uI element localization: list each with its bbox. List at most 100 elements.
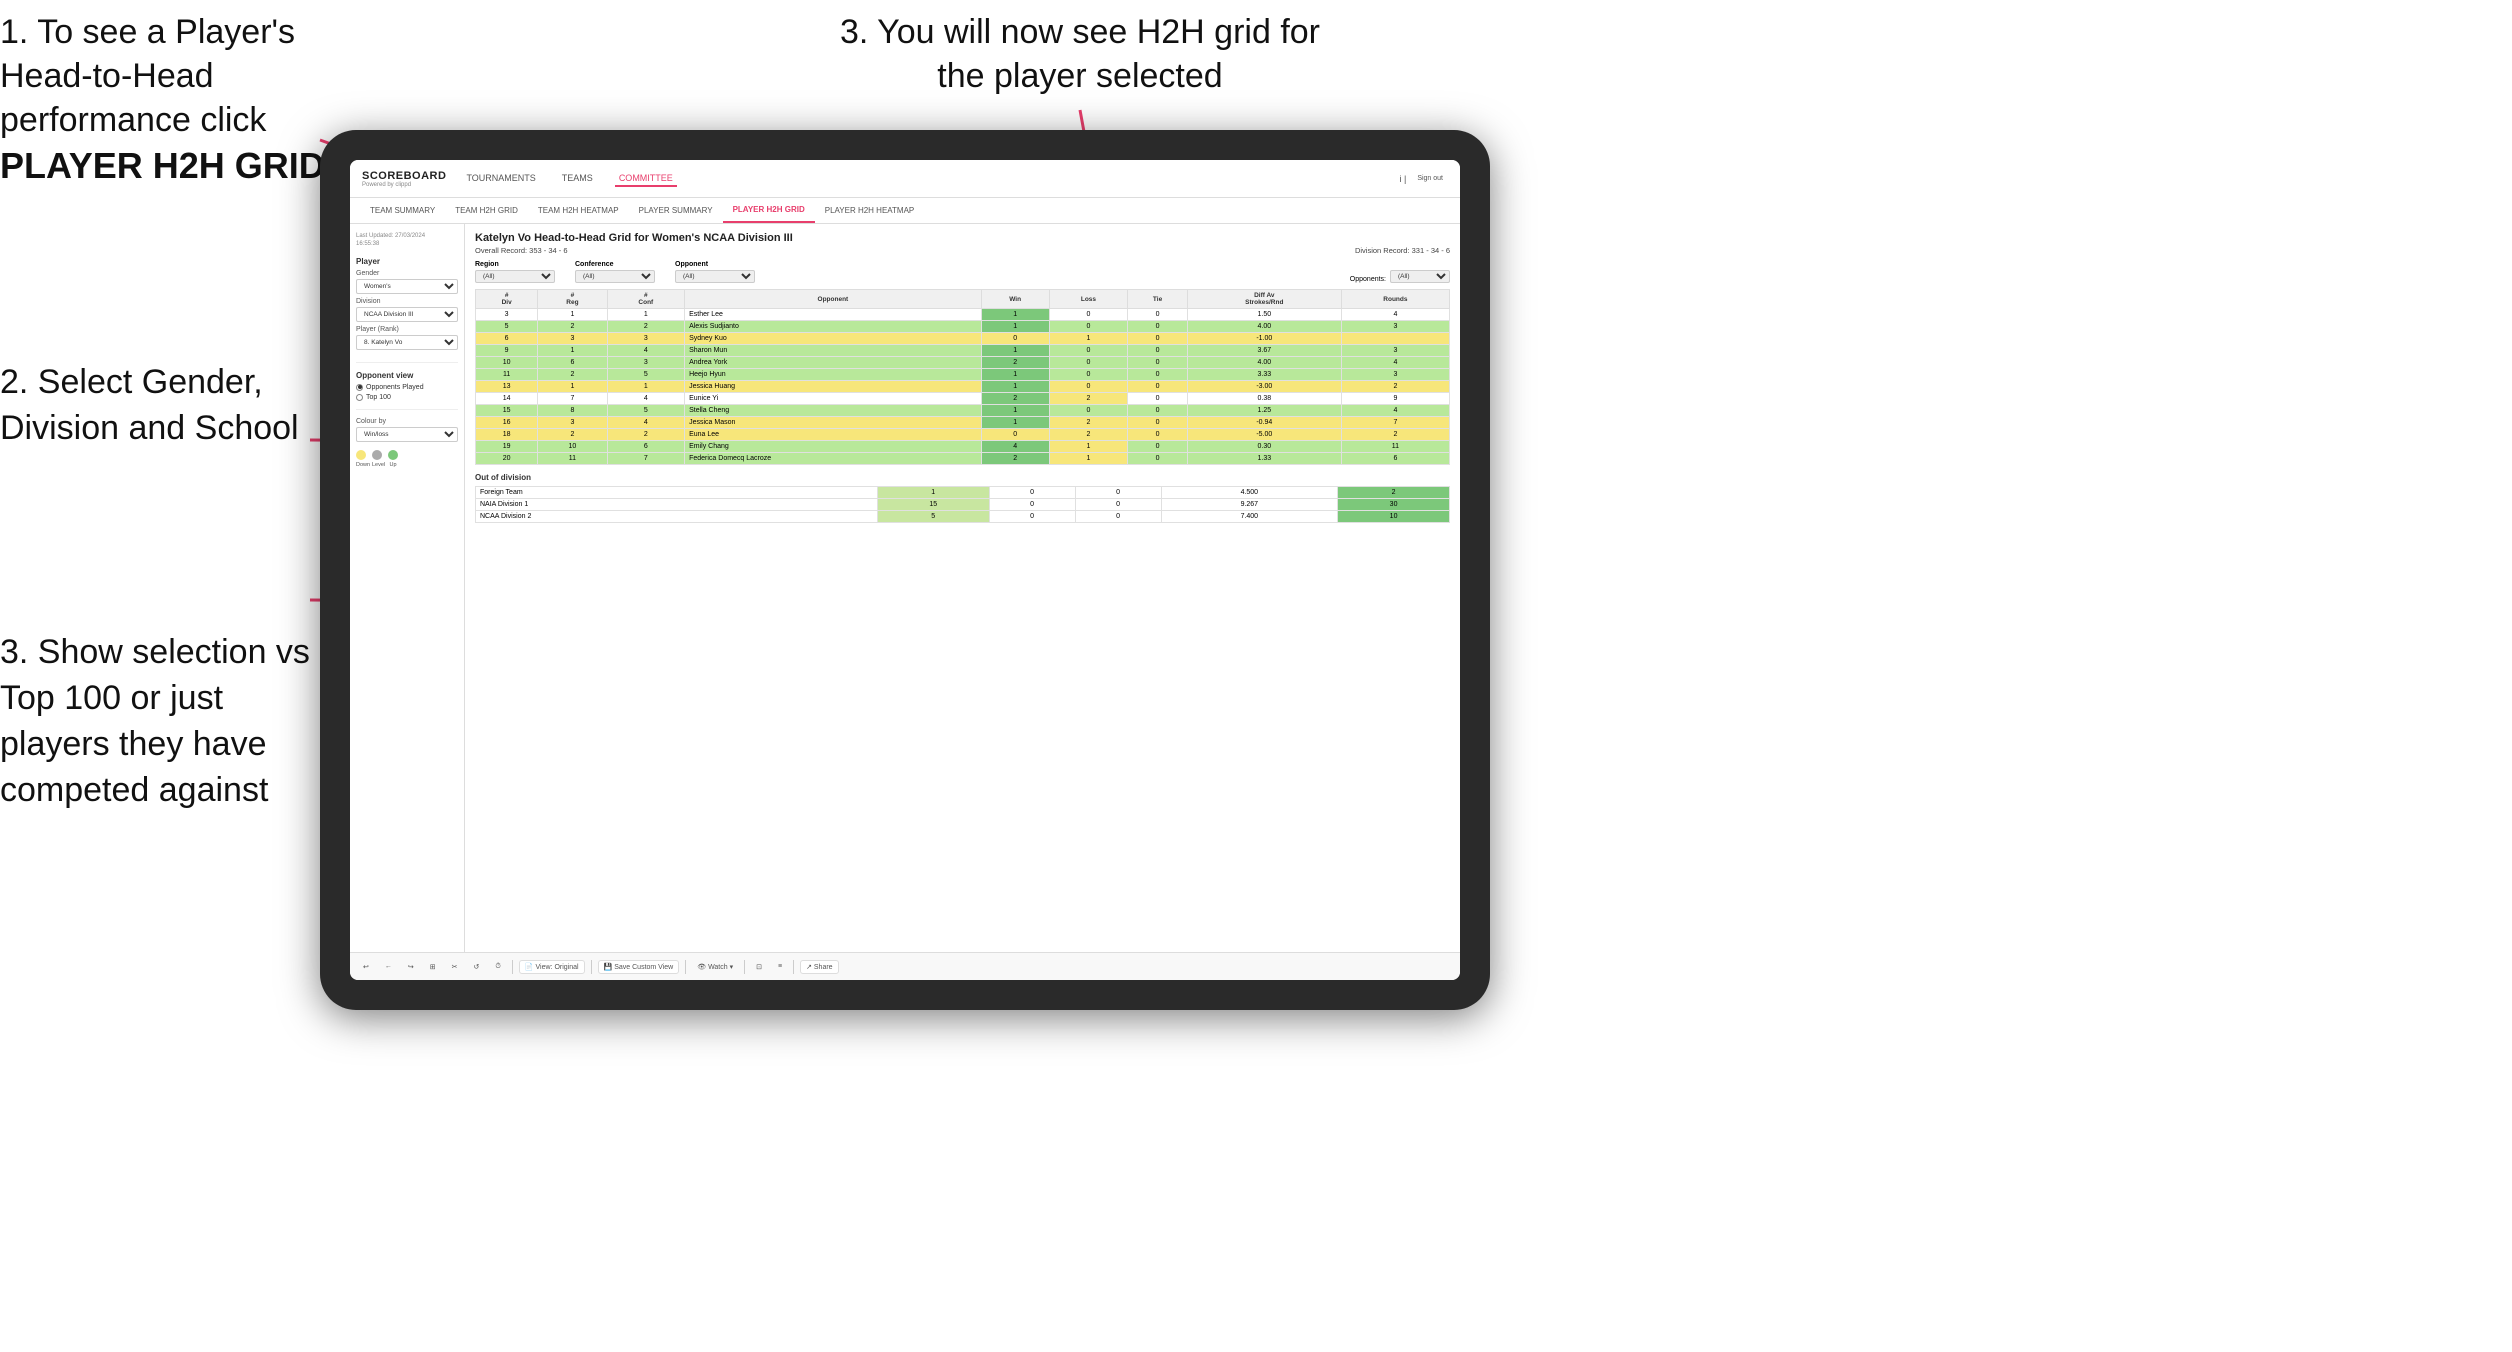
th-reg: #Reg — [538, 290, 607, 309]
records-row: Overall Record: 353 - 34 - 6 Division Re… — [475, 246, 1450, 255]
toolbar-redo[interactable]: ↪ — [403, 961, 419, 973]
sidebar-division-select[interactable]: NCAA Division III NCAA Division I NCAA D… — [356, 307, 458, 322]
cell-reg: 1 — [538, 309, 607, 321]
header-separator: i | — [1399, 174, 1406, 184]
cell-diff: -0.94 — [1187, 417, 1341, 429]
cell-diff: 4.00 — [1187, 357, 1341, 369]
cell-win: 2 — [981, 453, 1049, 465]
toolbar-share[interactable]: ↗ Share — [800, 960, 839, 974]
cell-win: 1 — [981, 345, 1049, 357]
cell-rounds — [1341, 333, 1449, 345]
toolbar-watch[interactable]: 👁 Watch ▾ — [692, 961, 738, 973]
cell-reg: 2 — [538, 321, 607, 333]
filter-conference-group: Conference (All) — [575, 261, 655, 283]
cell-diff: -1.00 — [1187, 333, 1341, 345]
instruction-bottom-left: 3. Show selection vs Top 100 or just pla… — [0, 630, 330, 814]
out-cell-name: NCAA Division 2 — [476, 511, 878, 523]
table-row: 14 7 4 Eunice Yi 2 2 0 0.38 9 — [476, 393, 1450, 405]
toolbar-scissors[interactable]: ✂ — [447, 961, 463, 973]
filter-opponent-select[interactable]: (All) — [675, 270, 755, 283]
opponents-select[interactable]: (All) — [1390, 270, 1450, 283]
cell-win: 2 — [981, 357, 1049, 369]
cell-opponent: Andrea York — [685, 357, 982, 369]
toolbar-divider-5 — [793, 960, 794, 974]
cell-tie: 0 — [1128, 381, 1188, 393]
subnav-player-h2h-grid[interactable]: PLAYER H2H GRID — [723, 198, 815, 223]
filter-region-group: Region (All) — [475, 261, 555, 283]
cell-loss: 0 — [1049, 405, 1128, 417]
sidebar-player-rank-select[interactable]: 8. Katelyn Vo — [356, 335, 458, 350]
cell-tie: 0 — [1128, 369, 1188, 381]
cell-loss: 0 — [1049, 309, 1128, 321]
colour-by-section: Colour by Win/loss Down Level Up — [356, 418, 458, 468]
radio-group: Opponents Played Top 100 — [356, 384, 458, 401]
table-row: 18 2 2 Euna Lee 0 2 0 -5.00 2 — [476, 429, 1450, 441]
toolbar-back[interactable]: ← — [380, 961, 397, 972]
toolbar-view-original[interactable]: 📄 View: Original — [519, 960, 585, 974]
cell-div: 5 — [476, 321, 538, 333]
cell-tie: 0 — [1128, 309, 1188, 321]
colour-swatches — [356, 450, 458, 460]
out-cell-loss: 0 — [989, 511, 1075, 523]
cell-conf: 1 — [607, 309, 685, 321]
th-win: Win — [981, 290, 1049, 309]
subnav-team-h2h-heatmap[interactable]: TEAM H2H HEATMAP — [528, 198, 629, 223]
filter-region-title: Region — [475, 261, 555, 268]
filter-conference-select[interactable]: (All) — [575, 270, 655, 283]
sidebar-gender-label: Gender — [356, 270, 458, 277]
cell-loss: 2 — [1049, 429, 1128, 441]
out-cell-tie: 0 — [1075, 487, 1161, 499]
filter-region-select[interactable]: (All) — [475, 270, 555, 283]
cell-opponent: Jessica Mason — [685, 417, 982, 429]
radio-opponents-played[interactable]: Opponents Played — [356, 384, 458, 391]
toolbar-timer[interactable]: ⏱ — [490, 961, 505, 973]
colour-by-select[interactable]: Win/loss — [356, 427, 458, 442]
sign-out-button[interactable]: Sign out — [1412, 173, 1448, 184]
cell-diff: 3.33 — [1187, 369, 1341, 381]
nav-tournaments[interactable]: TOURNAMENTS — [462, 171, 539, 187]
nav-teams[interactable]: TEAMS — [558, 171, 597, 187]
out-div-row: NAIA Division 1 15 0 0 9.267 30 — [476, 499, 1450, 511]
cell-win: 1 — [981, 405, 1049, 417]
out-cell-diff: 4.500 — [1161, 487, 1338, 499]
cell-opponent: Sydney Kuo — [685, 333, 982, 345]
sidebar-gender-select[interactable]: Women's Men's — [356, 279, 458, 294]
out-cell-diff: 7.400 — [1161, 511, 1338, 523]
swatch-up-label: Up — [388, 462, 398, 468]
cell-reg: 10 — [538, 441, 607, 453]
toolbar-rotate[interactable]: ↺ — [469, 961, 485, 973]
filter-opponent-title: Opponent — [675, 261, 755, 268]
th-div: #Div — [476, 290, 538, 309]
subnav-team-summary[interactable]: TEAM SUMMARY — [360, 198, 445, 223]
table-row: 16 3 4 Jessica Mason 1 2 0 -0.94 7 — [476, 417, 1450, 429]
subnav-team-h2h-grid[interactable]: TEAM H2H GRID — [445, 198, 528, 223]
cell-conf: 2 — [607, 321, 685, 333]
th-conf: #Conf — [607, 290, 685, 309]
th-tie: Tie — [1128, 290, 1188, 309]
subnav-player-h2h-heatmap[interactable]: PLAYER H2H HEATMAP — [815, 198, 925, 223]
out-cell-name: NAIA Division 1 — [476, 499, 878, 511]
subnav-player-summary[interactable]: PLAYER SUMMARY — [629, 198, 723, 223]
toolbar-menu[interactable]: ≡ — [773, 961, 787, 972]
sub-nav: TEAM SUMMARY TEAM H2H GRID TEAM H2H HEAT… — [350, 198, 1460, 224]
cell-conf: 4 — [607, 393, 685, 405]
toolbar-grid[interactable]: ⊞ — [425, 961, 441, 973]
nav-committee[interactable]: COMMITTEE — [615, 171, 677, 187]
cell-reg: 2 — [538, 369, 607, 381]
out-div-row: NCAA Division 2 5 0 0 7.400 10 — [476, 511, 1450, 523]
toolbar-undo[interactable]: ↩ — [358, 961, 374, 973]
app-header: SCOREBOARD Powered by clippd TOURNAMENTS… — [350, 160, 1460, 198]
cell-rounds: 4 — [1341, 357, 1449, 369]
cell-rounds: 3 — [1341, 369, 1449, 381]
toolbar-save-custom[interactable]: 💾 Save Custom View — [598, 960, 680, 974]
cell-win: 1 — [981, 369, 1049, 381]
sidebar-player-rank-label: Player (Rank) — [356, 326, 458, 333]
cell-div: 19 — [476, 441, 538, 453]
radio-top100[interactable]: Top 100 — [356, 394, 458, 401]
toolbar-layout[interactable]: ⊡ — [751, 961, 767, 973]
out-cell-win: 1 — [877, 487, 989, 499]
h2h-table: #Div #Reg #Conf Opponent Win Loss Tie Di… — [475, 289, 1450, 465]
cell-conf: 4 — [607, 417, 685, 429]
header-right: i | Sign out — [1399, 173, 1448, 184]
toolbar-divider-3 — [685, 960, 686, 974]
